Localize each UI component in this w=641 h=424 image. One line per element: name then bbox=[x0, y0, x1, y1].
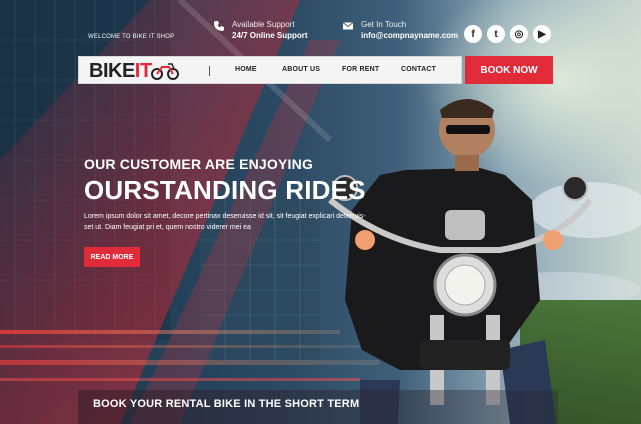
book-now-button[interactable]: BOOK NOW bbox=[465, 56, 553, 84]
read-more-button[interactable]: READ MORE bbox=[84, 247, 140, 267]
hero-subtitle: OUR CUSTOMER ARE ENJOYING bbox=[84, 156, 314, 172]
support-value: 24/7 Online Support bbox=[232, 31, 308, 40]
contact-email[interactable]: info@compnayname.com bbox=[361, 31, 458, 40]
twitter-icon[interactable]: t bbox=[487, 25, 505, 43]
main-navbar: BIKEIT HOME ABOUT US FOR RENT CONTACT bbox=[78, 56, 462, 84]
nav-item-about-us[interactable]: ABOUT US bbox=[282, 66, 320, 73]
contact-info: Get In Touch info@compnayname.com bbox=[342, 20, 458, 40]
logo-text-bike: BIKE bbox=[89, 60, 135, 82]
instagram-icon[interactable]: ◎ bbox=[510, 25, 528, 43]
hero-description: Lorem ipsum dolor sit amet, decore perti… bbox=[84, 213, 366, 231]
nav-item-home[interactable]: HOME bbox=[235, 66, 257, 73]
welcome-text: WELCOME TO BIKE IT SHOP bbox=[88, 34, 175, 40]
site-logo[interactable]: BIKEIT bbox=[89, 60, 152, 83]
facebook-icon[interactable]: f bbox=[464, 25, 482, 43]
phone-icon bbox=[214, 21, 224, 31]
top-bar: WELCOME TO BIKE IT SHOP Available Suppor… bbox=[0, 0, 641, 55]
nav-separator bbox=[209, 66, 210, 76]
footer-tagline: BOOK YOUR RENTAL BIKE IN THE SHORT TERM bbox=[93, 398, 360, 410]
mail-icon bbox=[342, 22, 354, 30]
hero-title: OURSTANDING RIDES bbox=[84, 175, 366, 205]
nav-item-for-rent[interactable]: FOR RENT bbox=[342, 66, 379, 73]
logo-text-it: IT bbox=[134, 60, 152, 82]
contact-label: Get In Touch bbox=[361, 20, 407, 29]
motorcycle-logo-icon bbox=[151, 63, 179, 80]
support-info: Available Support 24/7 Online Support bbox=[213, 20, 308, 40]
youtube-icon[interactable]: ▶ bbox=[533, 25, 551, 43]
nav-item-contact[interactable]: CONTACT bbox=[401, 66, 436, 73]
hero-page: WELCOME TO BIKE IT SHOP Available Suppor… bbox=[0, 0, 641, 424]
support-label: Available Support bbox=[232, 20, 295, 29]
